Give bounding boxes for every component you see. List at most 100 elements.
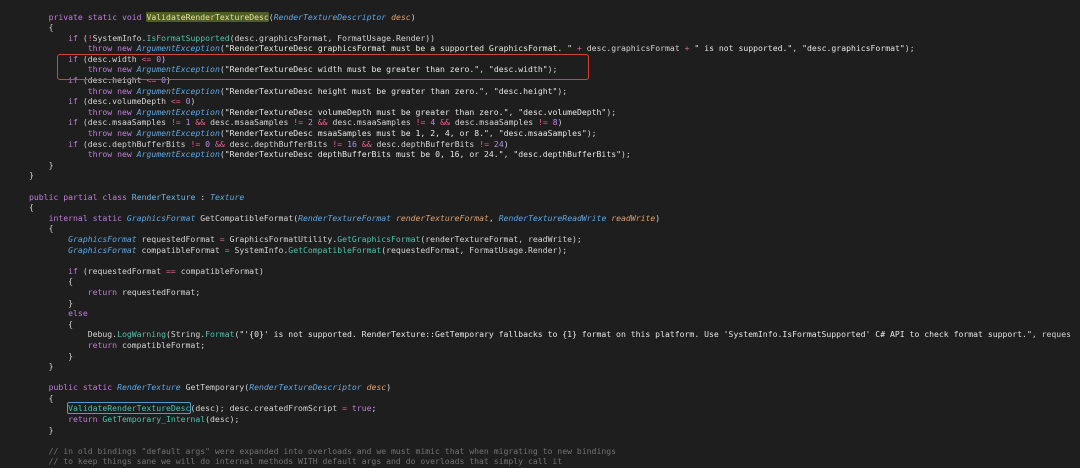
- code-line[interactable]: public static RenderTexture GetTemporary…: [29, 382, 1080, 393]
- code-line[interactable]: return GetTemporary_Internal(desc);: [29, 414, 1080, 425]
- code-line[interactable]: throw new ArgumentException("RenderTextu…: [29, 64, 1080, 75]
- code-text: (desc.msaaSamples: [77, 117, 171, 128]
- code-line[interactable]: if (!SystemInfo.IsFormatSupported(desc.g…: [29, 33, 1080, 44]
- code-line[interactable]: {: [29, 223, 1080, 234]
- matched-symbol-token: ValidateRenderTextureDesc: [67, 402, 192, 415]
- method-name-token: LogWarning: [117, 329, 166, 340]
- code-text: desc.msaaSamples: [327, 117, 416, 128]
- code-line[interactable]: throw new ArgumentException("RenderTextu…: [29, 107, 1080, 118]
- code-text: (desc.height: [77, 75, 147, 86]
- code-line[interactable]: {: [29, 319, 1080, 330]
- code-line[interactable]: GraphicsFormat requestedFormat = Graphic…: [29, 234, 1080, 245]
- code-editor[interactable]: private static void ValidateRenderTextur…: [29, 11, 1080, 468]
- code-line[interactable]: }: [29, 170, 1080, 181]
- string-literal-token: "desc.graphicsFormat": [802, 43, 905, 54]
- operator-token: &&: [317, 117, 328, 128]
- operator-token: <=: [141, 53, 152, 64]
- operator-token: &&: [361, 138, 372, 149]
- string-literal-token: "RenderTextureDesc volumeDepth must be g…: [224, 106, 509, 117]
- code-line[interactable]: {: [29, 393, 1080, 404]
- code-text: ,: [792, 43, 803, 54]
- parameter-token: readWrite: [611, 212, 656, 223]
- code-line[interactable]: throw new ArgumentException("RenderTextu…: [29, 43, 1080, 54]
- code-line[interactable]: public partial class RenderTexture : Tex…: [29, 192, 1080, 203]
- code-text: compatibleFormat: [136, 244, 225, 255]
- keyword-token: if: [68, 138, 78, 149]
- code-line[interactable]: [29, 435, 1080, 446]
- code-line[interactable]: if (desc.msaaSamples != 1 && desc.msaaSa…: [29, 117, 1080, 128]
- code-line[interactable]: }: [29, 361, 1080, 372]
- code-text: ,: [484, 85, 494, 96]
- code-line[interactable]: }: [29, 351, 1080, 362]
- code-text: {: [29, 223, 54, 234]
- code-text: SystemInfo.: [92, 32, 147, 43]
- code-line[interactable]: [29, 372, 1080, 383]
- code-text: ;: [371, 403, 377, 414]
- string-literal-token: "desc.depthBufferBits": [513, 149, 621, 160]
- code-line[interactable]: if (desc.depthBufferBits != 0 && desc.de…: [29, 139, 1080, 150]
- code-text: ,: [479, 64, 489, 75]
- code-line[interactable]: {: [29, 276, 1080, 287]
- code-line[interactable]: // to keep things sane we will do intern…: [29, 456, 1080, 467]
- operator-token: <=: [170, 96, 181, 107]
- code-line[interactable]: return requestedFormat;: [29, 287, 1080, 298]
- code-line[interactable]: }: [29, 160, 1080, 171]
- code-line[interactable]: {: [29, 22, 1080, 33]
- keyword-token: new: [117, 106, 132, 117]
- code-line[interactable]: [29, 181, 1080, 192]
- code-text: GetCompatibleFormat(: [195, 212, 299, 223]
- type-name-token: RenderTextureReadWrite: [498, 212, 607, 223]
- code-line[interactable]: GraphicsFormat compatibleFormat = System…: [29, 245, 1080, 256]
- code-line[interactable]: ValidateRenderTextureDesc(desc); desc.cr…: [29, 402, 1080, 415]
- keyword-token: static: [92, 212, 122, 223]
- keyword-token: throw: [87, 64, 113, 75]
- code-line[interactable]: // in old bindings "default args" were e…: [29, 446, 1080, 457]
- code-line[interactable]: if (desc.volumeDepth <= 0): [29, 96, 1080, 107]
- type-name-token: GraphicsFormat: [68, 233, 137, 244]
- code-line[interactable]: }: [29, 425, 1080, 436]
- code-line[interactable]: Debug.LogWarning(String.Format("'{0}' is…: [29, 329, 1080, 340]
- type-name-token: GraphicsFormat: [68, 244, 137, 255]
- code-line[interactable]: {: [29, 202, 1080, 213]
- code-text: desc.graphicsFormat: [581, 43, 685, 54]
- code-text: {: [29, 392, 54, 403]
- code-line[interactable]: throw new ArgumentException("RenderTextu…: [29, 128, 1080, 139]
- code-text: ): [190, 96, 196, 107]
- keyword-token: new: [117, 43, 132, 54]
- method-name-token: GetTemporary_Internal: [102, 414, 206, 425]
- operator-token: !=: [170, 117, 181, 128]
- code-line[interactable]: if (desc.height <= 0): [29, 75, 1080, 86]
- code-text: {: [29, 276, 74, 287]
- code-line[interactable]: }: [29, 298, 1080, 309]
- string-literal-token: "desc.volumeDepth": [518, 106, 607, 117]
- type-name-token: RenderTextureDescriptor: [273, 11, 387, 22]
- operator-token: !=: [479, 138, 490, 149]
- code-line[interactable]: internal static GraphicsFormat GetCompat…: [29, 213, 1080, 224]
- code-line[interactable]: else: [29, 308, 1080, 319]
- keyword-token: if: [68, 117, 78, 128]
- keyword-token: partial: [63, 191, 98, 202]
- code-editor-window: private static void ValidateRenderTextur…: [0, 0, 1080, 468]
- code-text: ,: [503, 149, 514, 160]
- keyword-token: new: [117, 64, 132, 75]
- type-name-token: GraphicsFormat: [126, 212, 196, 223]
- code-line[interactable]: private static void ValidateRenderTextur…: [29, 11, 1080, 23]
- code-line[interactable]: throw new ArgumentException("RenderTextu…: [29, 86, 1080, 97]
- string-literal-token: "desc.msaaSamples": [498, 128, 587, 139]
- code-text: ): [386, 382, 392, 393]
- code-line[interactable]: if (requestedFormat == compatibleFormat): [29, 266, 1080, 277]
- operator-token: !=: [538, 117, 548, 128]
- code-line[interactable]: return compatibleFormat;: [29, 340, 1080, 351]
- code-text: }: [29, 170, 34, 181]
- code-line[interactable]: throw new ArgumentException("RenderTextu…: [29, 149, 1080, 160]
- code-text: (renderTextureFormat, readWrite);: [420, 233, 582, 244]
- code-text: ): [410, 11, 416, 22]
- code-line[interactable]: if (desc.width <= 0): [29, 54, 1080, 65]
- code-line[interactable]: [29, 255, 1080, 266]
